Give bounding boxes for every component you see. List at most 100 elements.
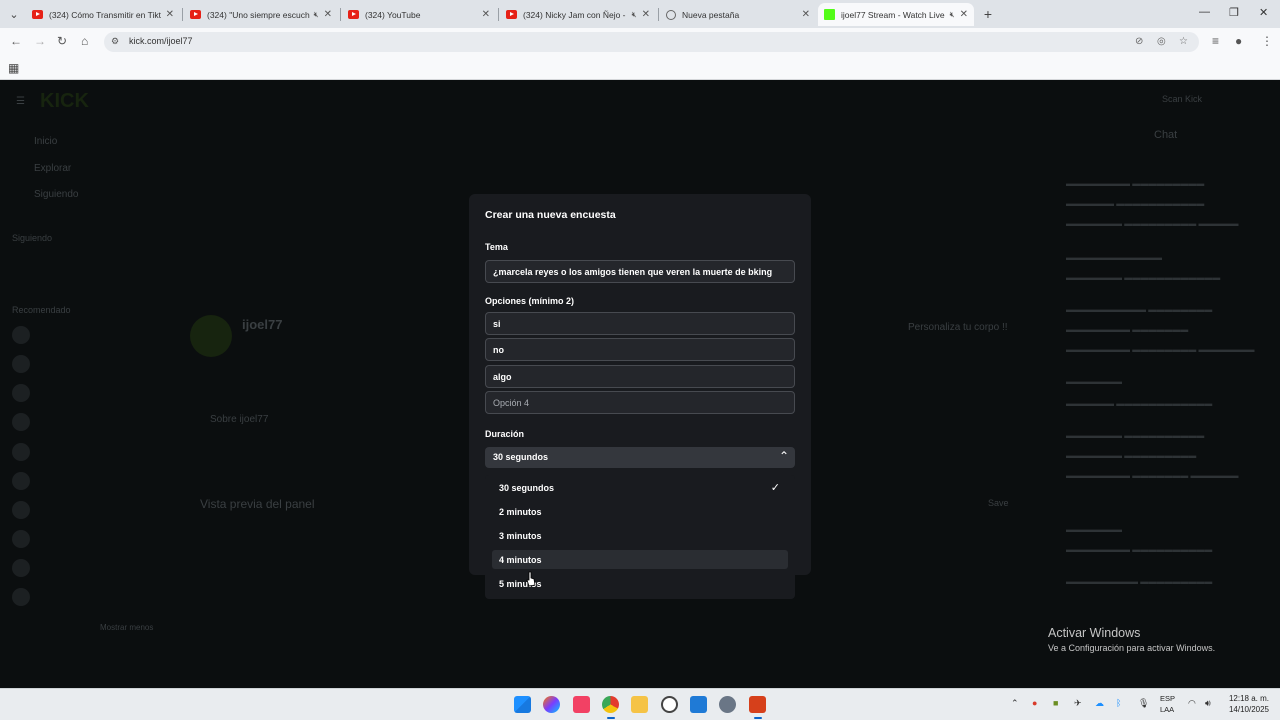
- option-1-input[interactable]: [485, 312, 795, 335]
- close-tab-icon[interactable]: ✕: [324, 9, 332, 20]
- chat-message: ▬▬▬▬▬▬▬ ▬▬▬▬▬▬▬▬▬ ▬▬▬▬▬: [1066, 219, 1239, 228]
- tab-2[interactable]: (324) YouTube ✕: [342, 3, 496, 26]
- keyboard-layout: LAA: [1160, 705, 1175, 714]
- activate-windows-watermark: Activar Windows Ve a Configuración para …: [1048, 626, 1215, 653]
- youtube-icon: [506, 10, 517, 19]
- tracking-icon[interactable]: ◎: [1157, 36, 1166, 47]
- reload-icon[interactable]: ↻: [57, 34, 67, 48]
- volume-icon[interactable]: 🔊︎: [1205, 698, 1211, 709]
- hamburger-icon: ☰: [16, 96, 25, 107]
- recommended-channel: [12, 471, 162, 493]
- clock-date: 14/10/2025: [1228, 705, 1269, 714]
- tab-search-button[interactable]: ⌄: [4, 4, 24, 24]
- restore-icon[interactable]: ❐: [1229, 6, 1239, 19]
- start-icon[interactable]: [514, 696, 531, 713]
- option-2-input[interactable]: [485, 338, 795, 361]
- tab-3[interactable]: (324) Nicky Jam con Ñejo - Imp 🔇︎ ✕: [500, 3, 656, 26]
- youtube-icon: [190, 10, 201, 19]
- active-app-indicator: [607, 717, 615, 719]
- url-text[interactable]: kick.com/ijoel77: [129, 36, 193, 46]
- duration-select[interactable]: 30 segundos ⌃: [485, 447, 795, 468]
- option-4-input[interactable]: [485, 391, 795, 414]
- duration-option[interactable]: 30 segundos ✓: [492, 478, 788, 497]
- menu-icon[interactable]: ⋮: [1261, 34, 1273, 48]
- microphone-icon[interactable]: 🎙︎: [1138, 698, 1149, 709]
- streaming-app-icon[interactable]: [749, 696, 766, 713]
- duration-option[interactable]: 5 minutos: [492, 574, 788, 593]
- duration-option[interactable]: 2 minutos: [492, 502, 788, 521]
- tab-divider: [498, 8, 499, 21]
- tab-0[interactable]: (324) Cómo Transmitir en Tiktok ✕: [26, 3, 180, 26]
- nav-explore: Explorar: [34, 163, 72, 174]
- tab-1[interactable]: (324) "Uno siempre escucha 🔇︎ ✕: [184, 3, 338, 26]
- close-window-icon[interactable]: ✕: [1259, 6, 1268, 19]
- duration-selected-value: 30 segundos: [493, 452, 549, 462]
- settings-gear-icon[interactable]: [719, 696, 736, 713]
- music-app-icon[interactable]: [573, 696, 590, 713]
- about-heading: Sobre ijoel77: [210, 414, 269, 425]
- system-clock[interactable]: 12:18 a. m. 14/10/2025: [1225, 693, 1269, 715]
- tray-cloud-icon[interactable]: ☁: [1095, 698, 1104, 709]
- muted-speaker-icon[interactable]: 🔇︎: [632, 10, 637, 20]
- close-tab-icon[interactable]: ✕: [960, 9, 968, 20]
- close-tab-icon[interactable]: ✕: [482, 9, 490, 20]
- tray-app-icon[interactable]: ●: [1032, 698, 1037, 708]
- chat-message: ▬▬▬▬▬▬▬▬▬▬▬▬: [1066, 253, 1162, 262]
- recommended-channel: [12, 354, 162, 376]
- topic-input[interactable]: [485, 260, 795, 283]
- tab-title: Nueva pestaña: [682, 9, 740, 20]
- file-explorer-icon[interactable]: [631, 696, 648, 713]
- personalize-text: Personaliza tu corpo !!: [908, 322, 1008, 333]
- recommended-channel: [12, 412, 162, 434]
- new-tab-button[interactable]: +: [979, 5, 997, 23]
- wifi-icon[interactable]: ◠: [1188, 698, 1196, 709]
- navigation-bar: ← → ↻ ⌂ ⚙ kick.com/ijoel77 ⊘ ◎ ☆ ≡ ● ⋮: [0, 28, 1280, 56]
- copilot-icon[interactable]: [543, 696, 560, 713]
- globe-icon: [666, 9, 676, 20]
- duration-option[interactable]: 3 minutos: [492, 526, 788, 545]
- tab-5-active[interactable]: ijoel77 Stream - Watch Live 🔇︎ ✕: [818, 3, 974, 26]
- home-icon[interactable]: ⌂: [81, 34, 88, 48]
- duration-option-hovered[interactable]: 4 minutos: [492, 550, 788, 569]
- bluetooth-icon[interactable]: ᛒ: [1116, 698, 1121, 708]
- modal-title: Crear una nueva encuesta: [485, 209, 616, 221]
- show-hidden-icons-chevron[interactable]: ⌃: [1011, 698, 1019, 709]
- channel-avatar: [190, 315, 232, 357]
- duration-option-label: 2 minutos: [499, 507, 542, 517]
- language-indicator[interactable]: ESP LAA: [1160, 693, 1175, 715]
- muted-speaker-icon[interactable]: 🔇︎: [314, 10, 319, 20]
- recommended-channel: [12, 325, 162, 347]
- chat-message: ▬▬▬▬▬▬▬▬▬▬ ▬▬▬▬▬▬▬▬: [1066, 305, 1213, 314]
- address-bar[interactable]: ⚙ kick.com/ijoel77 ⊘ ◎ ☆: [104, 32, 1199, 52]
- minimize-icon[interactable]: —: [1199, 6, 1210, 18]
- close-tab-icon[interactable]: ✕: [166, 9, 174, 20]
- reading-list-icon[interactable]: ≡: [1212, 34, 1219, 48]
- chat-message: ▬▬▬▬▬▬ ▬▬▬▬▬▬▬▬▬▬▬: [1066, 199, 1205, 208]
- active-app-indicator: [754, 717, 762, 719]
- openai-icon[interactable]: [661, 696, 678, 713]
- option-3-input[interactable]: [485, 365, 795, 388]
- forward-icon[interactable]: →: [34, 34, 46, 48]
- language-code: ESP: [1160, 694, 1176, 703]
- site-info-icon[interactable]: ⚙: [111, 36, 119, 47]
- tab-title: (324) YouTube: [365, 9, 421, 20]
- tab-4[interactable]: Nueva pestaña ✕: [660, 3, 816, 26]
- save-label: Save: [988, 498, 1009, 508]
- eye-off-icon[interactable]: ⊘: [1135, 36, 1143, 47]
- close-tab-icon[interactable]: ✕: [802, 9, 810, 20]
- close-tab-icon[interactable]: ✕: [642, 9, 650, 20]
- tray-app-icon[interactable]: ✈: [1074, 698, 1082, 709]
- tray-nvidia-icon[interactable]: ■: [1053, 698, 1058, 708]
- back-icon[interactable]: ←: [10, 34, 22, 48]
- notepad-icon[interactable]: [690, 696, 707, 713]
- bookmarks-bar: ▦: [0, 56, 1280, 80]
- chat-message: ▬▬▬▬▬▬▬▬ ▬▬▬▬▬▬▬ ▬▬▬▬▬▬: [1066, 471, 1239, 480]
- chrome-icon[interactable]: [602, 696, 619, 713]
- windows-taskbar: ⌃ ● ■ ✈ ☁ ᛒ 🎙︎ ESP LAA ◠ 🔊︎ 12:18 a. m. …: [0, 688, 1280, 720]
- muted-speaker-icon[interactable]: 🔇︎: [950, 10, 955, 20]
- bookmark-star-icon[interactable]: ☆: [1179, 36, 1188, 47]
- recommended-channel: [12, 500, 162, 522]
- chat-message: ▬▬▬▬▬▬▬ ▬▬▬▬▬▬▬▬▬▬: [1066, 431, 1205, 440]
- profile-avatar-icon[interactable]: ●: [1235, 34, 1242, 48]
- apps-grid-icon[interactable]: ▦: [8, 61, 19, 75]
